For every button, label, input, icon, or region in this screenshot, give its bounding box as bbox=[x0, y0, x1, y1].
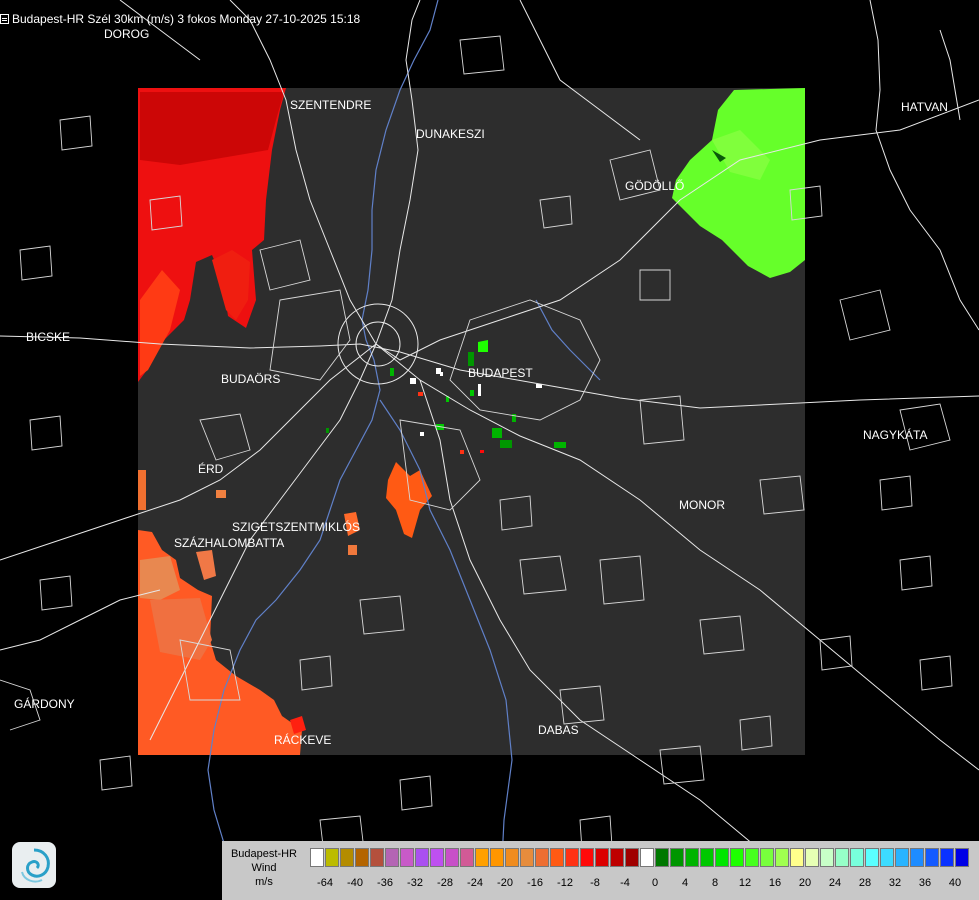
legend-swatch bbox=[640, 848, 654, 867]
city-label-szazhalombatta: SZÁZHALOMBATTA bbox=[174, 536, 285, 550]
legend-tick: -4 bbox=[620, 877, 630, 889]
legend-swatch bbox=[685, 848, 699, 867]
met-service-logo bbox=[12, 842, 56, 888]
legend-swatch bbox=[595, 848, 609, 867]
legend-tick: 16 bbox=[768, 877, 782, 889]
legend-tick: 8 bbox=[711, 877, 719, 889]
legend-swatch bbox=[955, 848, 969, 867]
legend-tick: -36 bbox=[377, 877, 393, 889]
legend-swatch bbox=[355, 848, 369, 867]
legend-color-scale bbox=[310, 848, 970, 867]
legend-swatch bbox=[430, 848, 444, 867]
legend-swatch bbox=[775, 848, 789, 867]
city-label-dorog: DOROG bbox=[104, 27, 150, 41]
legend-swatch bbox=[520, 848, 534, 867]
legend-tick: -28 bbox=[437, 877, 453, 889]
city-label-hatvan: HATVAN bbox=[901, 100, 948, 114]
legend-swatch bbox=[400, 848, 414, 867]
legend-swatch bbox=[730, 848, 744, 867]
city-label-budaors: BUDAÖRS bbox=[221, 372, 281, 386]
legend-swatch bbox=[655, 848, 669, 867]
legend-swatch bbox=[625, 848, 639, 867]
legend-swatch bbox=[535, 848, 549, 867]
map-title: Budapest-HR Szél 30km (m/s) 3 fokos Mond… bbox=[12, 12, 361, 26]
legend-swatch bbox=[565, 848, 579, 867]
legend-swatch bbox=[700, 848, 714, 867]
legend-swatch bbox=[895, 848, 909, 867]
legend-swatch bbox=[880, 848, 894, 867]
window-icon[interactable] bbox=[0, 14, 9, 24]
legend-swatch bbox=[940, 848, 954, 867]
legend-swatch bbox=[445, 848, 459, 867]
legend-tick: 36 bbox=[918, 877, 932, 889]
legend-swatch bbox=[745, 848, 759, 867]
legend-swatch bbox=[790, 848, 804, 867]
legend-swatch bbox=[820, 848, 834, 867]
legend-tick-labels: -64 -40 -36 -32 -28 -24 -20 -16 -12 -8 -4 0 4 8 12 16 20… bbox=[310, 877, 979, 891]
legend-source: Budapest-HR bbox=[230, 848, 298, 860]
map-header: Budapest-HR Szél 30km (m/s) 3 fokos Mond… bbox=[0, 12, 360, 26]
legend-swatch bbox=[325, 848, 339, 867]
legend-tick: -20 bbox=[497, 877, 513, 889]
city-label-gardony: GÁRDONY bbox=[14, 697, 75, 711]
legend-tick: -64 bbox=[317, 877, 333, 889]
legend-swatch bbox=[370, 848, 384, 867]
city-label-erd: ÉRD bbox=[198, 462, 224, 476]
radar-map[interactable] bbox=[0, 0, 979, 900]
swirl-icon bbox=[21, 848, 50, 883]
legend-swatch bbox=[610, 848, 624, 867]
legend-tick: -8 bbox=[590, 877, 600, 889]
city-label-rackeve: RÁCKEVE bbox=[274, 733, 332, 747]
legend-tick: 4 bbox=[681, 877, 689, 889]
legend-swatch bbox=[460, 848, 474, 867]
legend-swatch bbox=[385, 848, 399, 867]
legend-tick: 40 bbox=[948, 877, 962, 889]
legend-tick: 32 bbox=[888, 877, 902, 889]
city-label-dabas: DABAS bbox=[538, 723, 579, 737]
legend-swatch bbox=[835, 848, 849, 867]
legend-swatch bbox=[760, 848, 774, 867]
city-label-monor: MONOR bbox=[679, 498, 725, 512]
city-label-dunakeszi: DUNAKESZI bbox=[416, 127, 485, 141]
legend-swatch bbox=[475, 848, 489, 867]
city-label-budapest: BUDAPEST bbox=[468, 366, 533, 380]
legend-tick: -24 bbox=[467, 877, 483, 889]
legend-tick: 28 bbox=[858, 877, 872, 889]
wind-legend: Budapest-HR Wind m/s -64 -40 -36 -32 -28 -24-… bbox=[222, 841, 979, 900]
echo-budapest-green bbox=[478, 340, 488, 352]
legend-swatch bbox=[505, 848, 519, 867]
legend-tick: -32 bbox=[407, 877, 423, 889]
legend-swatch bbox=[550, 848, 564, 867]
legend-swatch bbox=[580, 848, 594, 867]
legend-swatch bbox=[340, 848, 354, 867]
legend-swatch bbox=[910, 848, 924, 867]
legend-swatch bbox=[715, 848, 729, 867]
legend-swatch bbox=[310, 848, 324, 867]
legend-tick: 12 bbox=[738, 877, 752, 889]
city-label-bicske: BICSKE bbox=[26, 330, 71, 344]
city-label-godollo: GÖDÖLLŐ bbox=[625, 179, 685, 193]
legend-tick: 20 bbox=[798, 877, 812, 889]
legend-label: Budapest-HR Wind m/s bbox=[222, 847, 306, 889]
city-label-szigetszentmiklos: SZIGETSZENTMIKLÓS bbox=[232, 520, 361, 534]
legend-tick: -40 bbox=[347, 877, 363, 889]
legend-tick: 0 bbox=[651, 877, 659, 889]
legend-swatch bbox=[490, 848, 504, 867]
legend-swatch bbox=[925, 848, 939, 867]
legend-tick: -12 bbox=[557, 877, 573, 889]
legend-swatch bbox=[865, 848, 879, 867]
city-label-szentendre: SZENTENDRE bbox=[290, 98, 372, 112]
legend-unit: m/s bbox=[255, 876, 273, 888]
legend-swatch bbox=[805, 848, 819, 867]
legend-swatch bbox=[850, 848, 864, 867]
city-label-nagykata: NAGYKÁTA bbox=[863, 428, 928, 442]
legend-swatch bbox=[415, 848, 429, 867]
legend-product: Wind bbox=[251, 862, 277, 874]
legend-swatch bbox=[670, 848, 684, 867]
legend-tick: -16 bbox=[527, 877, 543, 889]
legend-tick: 24 bbox=[828, 877, 842, 889]
